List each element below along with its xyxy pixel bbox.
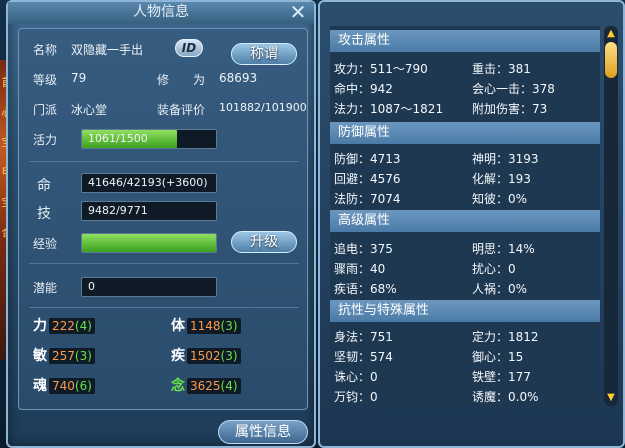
stat-disturb: 扰心：0 <box>472 262 516 276</box>
attr-constitution[interactable]: 体 1148(3) <box>171 315 241 335</box>
attr-name: 力 <box>33 318 47 334</box>
character-info-panel: 人物信息 ✕ 名称 双隐藏一手出 ID 称谓 等级 79 修 为 68693 门… <box>6 0 316 448</box>
hp-label: 命 <box>37 178 51 194</box>
character-stats-area: 名称 双隐藏一手出 ID 称谓 等级 79 修 为 68693 门派 冰心堂 装… <box>18 28 308 410</box>
attr-value: 1148 <box>190 319 221 333</box>
vitality-bar: 1061/1500 <box>81 129 217 149</box>
game-screen: 首 心 宝 甲 宝 合 人物信息 ✕ 名称 双隐藏一手出 ID 称谓 等级 79… <box>0 0 625 448</box>
title-button[interactable]: 称谓 <box>231 43 297 65</box>
stat-defense: 防御：4713 <box>334 152 401 166</box>
level-value: 79 <box>71 71 87 85</box>
skill-label: 技 <box>37 206 51 222</box>
vitality-value: 1061/1500 <box>88 132 148 145</box>
exp-label: 经验 <box>33 237 58 251</box>
stat-clarity: 明思：14% <box>472 242 535 256</box>
attr-value: 257 <box>52 349 75 363</box>
attr-speed[interactable]: 疾 1502(3) <box>171 345 241 365</box>
attr-value: 740 <box>52 379 75 393</box>
skill-value: 9482/9771 <box>88 204 148 217</box>
attr-agility[interactable]: 敏 257(3) <box>33 345 95 365</box>
attr-name: 敏 <box>33 348 47 364</box>
character-name: 双隐藏一手出 <box>71 43 144 57</box>
panel-title: 人物信息 <box>8 2 314 24</box>
attr-value: 222 <box>52 319 75 333</box>
name-label: 名称 <box>33 43 58 57</box>
exp-bar-fill <box>82 234 216 252</box>
potential-field: 0 <box>81 277 217 297</box>
scroll-down-icon[interactable]: ▼ <box>605 392 617 404</box>
stat-divine: 神明：3193 <box>472 152 539 166</box>
attribute-detail-panel: 攻击属性 攻力：511～790 重击：381 命中：942 会心一击：378 法… <box>318 0 625 448</box>
stat-magic-power: 法力：1087～1821 <box>334 102 444 116</box>
hp-field: 41646/42193(+3600) <box>81 173 217 193</box>
attribute-list[interactable]: 攻击属性 攻力：511～790 重击：381 命中：942 会心一击：378 法… <box>330 26 600 406</box>
divider <box>29 263 299 264</box>
gear-score-label: 装备评价 <box>157 103 206 117</box>
divider <box>29 307 299 308</box>
scrollbar[interactable]: ▲ ▼ <box>604 26 618 406</box>
section-advanced-header: 高级属性 <box>330 210 600 232</box>
stat-lure: 诱魔：0.0% <box>472 390 539 404</box>
attr-bonus: (4) <box>74 319 92 333</box>
hp-value: 41646/42193(+3600) <box>88 176 208 189</box>
exp-bar <box>81 233 217 253</box>
stat-resolve: 化解：193 <box>472 172 531 186</box>
divider <box>29 161 299 162</box>
section-special-header: 抗性与特殊属性 <box>330 300 600 322</box>
stat-agility: 身法：751 <box>334 330 393 344</box>
faction-label: 门派 <box>33 103 58 117</box>
attr-name: 疾 <box>171 348 185 364</box>
cultivation-label: 修 为 <box>157 73 206 87</box>
close-icon[interactable]: ✕ <box>288 2 308 23</box>
stat-extra-damage: 附加伤害：73 <box>472 102 548 116</box>
section-attack-header: 攻击属性 <box>330 30 600 52</box>
stat-attack-power: 攻力：511～790 <box>334 62 428 76</box>
attr-value: 3625 <box>190 379 221 393</box>
potential-value: 0 <box>88 280 95 293</box>
attr-bonus: (6) <box>74 379 92 393</box>
stat-evasion: 回避：4576 <box>334 172 401 186</box>
stat-accuracy: 命中：942 <box>334 82 393 96</box>
stat-calamity: 人祸：0% <box>472 282 528 296</box>
stat-quick-chant: 疾语：68% <box>334 282 397 296</box>
id-button[interactable]: ID <box>175 39 203 57</box>
attr-name: 体 <box>171 318 185 334</box>
attr-bonus: (3) <box>220 349 238 363</box>
attr-strength[interactable]: 力 222(4) <box>33 315 95 335</box>
stat-toughness: 坚韧：574 <box>334 350 393 364</box>
scroll-thumb[interactable] <box>605 42 617 78</box>
cultivation-value: 68693 <box>219 71 258 85</box>
potential-label: 潜能 <box>33 281 58 295</box>
attr-bonus: (3) <box>74 349 92 363</box>
stat-mind-guard: 御心：15 <box>472 350 524 364</box>
upgrade-button[interactable]: 升级 <box>231 231 297 253</box>
stat-focus: 定力：1812 <box>472 330 539 344</box>
scroll-up-icon[interactable]: ▲ <box>605 28 617 40</box>
attr-soul[interactable]: 魂 740(6) <box>33 375 95 395</box>
stat-crush: 万钧：0 <box>334 390 378 404</box>
stat-critical: 会心一击：378 <box>472 82 555 96</box>
stat-insight: 知彼：0% <box>472 192 528 206</box>
stat-storm: 骤雨：40 <box>334 262 386 276</box>
attr-mind[interactable]: 念 3625(4) <box>171 375 241 395</box>
skill-field: 9482/9771 <box>81 201 217 221</box>
attribute-info-button[interactable]: 属性信息 <box>218 420 308 444</box>
faction-value: 冰心堂 <box>71 103 108 117</box>
stat-heart-pierce: 诛心：0 <box>334 370 378 384</box>
stat-lightning: 追电：375 <box>334 242 393 256</box>
section-defense-header: 防御属性 <box>330 122 600 144</box>
stat-magic-defense: 法防：7074 <box>334 192 401 206</box>
level-label: 等级 <box>33 73 58 87</box>
attr-value: 1502 <box>190 349 221 363</box>
attr-name: 魂 <box>33 378 47 394</box>
stat-heavy-hit: 重击：381 <box>472 62 531 76</box>
attr-name: 念 <box>171 378 185 394</box>
attr-bonus: (3) <box>220 319 238 333</box>
gear-score-value: 101882/101900 <box>219 101 307 114</box>
attr-bonus: (4) <box>220 379 238 393</box>
stat-iron-wall: 铁壁：177 <box>472 370 531 384</box>
vitality-label: 活力 <box>33 133 58 147</box>
